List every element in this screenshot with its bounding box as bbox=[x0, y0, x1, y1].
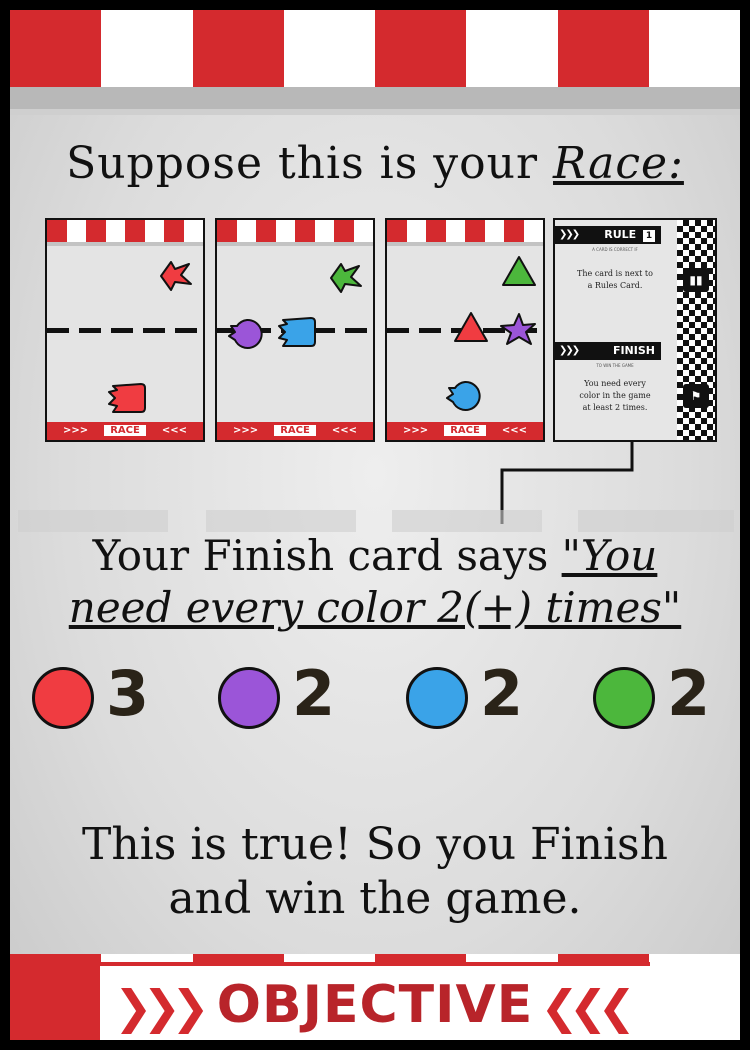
color-count-green: 2 bbox=[593, 657, 740, 735]
purple-count: 2 bbox=[292, 657, 336, 730]
rules-card-icon: ▮▮ bbox=[683, 268, 709, 292]
race-card-3[interactable]: >>> RACE <<< bbox=[385, 218, 545, 442]
rule-label: RULE bbox=[604, 228, 637, 241]
finish-quote-end: need every color 2(+) times" bbox=[68, 583, 682, 632]
faded-card-edge bbox=[392, 510, 542, 532]
blue-dot-icon bbox=[406, 667, 468, 729]
finish-statement: Your Finish card says "You need every co… bbox=[10, 530, 740, 634]
green-dot-icon bbox=[593, 667, 655, 729]
finish-text-line: at least 2 times. bbox=[582, 403, 648, 412]
rule-subtitle: A CARD IS CORRECT IF bbox=[592, 247, 638, 252]
color-count-blue: 2 bbox=[406, 657, 576, 735]
red-count: 3 bbox=[106, 657, 150, 730]
race-card-2[interactable]: >>> RACE <<< bbox=[215, 218, 375, 442]
rule-text-line: a Rules Card. bbox=[587, 281, 643, 290]
conclusion-text: This is true! So you Finish and win the … bbox=[10, 818, 740, 926]
conclusion-line: and win the game. bbox=[168, 873, 582, 924]
blue-circle-shape-icon bbox=[446, 380, 481, 411]
finish-text-line: You need every bbox=[584, 379, 646, 388]
faded-card-edge bbox=[578, 510, 734, 532]
rule-finish-card[interactable]: ❯❯❯ RULE 1 A CARD IS CORRECT IF The card… bbox=[553, 218, 717, 442]
blue-count: 2 bbox=[480, 657, 524, 730]
green-flag-shape-icon bbox=[330, 263, 362, 293]
red-triangle-shape-icon bbox=[454, 312, 488, 342]
title-race-word: Race: bbox=[553, 138, 684, 189]
red-flag-shape-icon bbox=[160, 261, 192, 291]
objective-card: Suppose this is your Race: >>> RACE <<< bbox=[0, 0, 750, 1050]
finish-subtitle: TO WIN THE GAME bbox=[596, 363, 634, 368]
card-face: Suppose this is your Race: >>> RACE <<< bbox=[10, 10, 740, 1040]
finish-quote-start: "You bbox=[561, 531, 658, 580]
purple-dot-icon bbox=[218, 667, 280, 729]
race-card-label: RACE bbox=[444, 425, 486, 436]
finish-text-line: color in the game bbox=[579, 391, 651, 400]
top-stripe-shadow bbox=[10, 87, 740, 109]
conclusion-line: This is true! So you Finish bbox=[82, 819, 668, 870]
race-lane-divider bbox=[47, 328, 203, 333]
chevron-left-icon: ❮❮❮ bbox=[540, 980, 636, 1034]
rule-number: 1 bbox=[643, 230, 655, 242]
finish-label: FINISH bbox=[612, 344, 655, 357]
finish-flag-icon: ⚑ bbox=[683, 384, 709, 408]
blue-square-shape-icon bbox=[278, 317, 316, 347]
purple-circle-shape-icon bbox=[228, 318, 263, 349]
race-card-label: RACE bbox=[104, 425, 146, 436]
race-card-label: RACE bbox=[274, 425, 316, 436]
race-card-1[interactable]: >>> RACE <<< bbox=[45, 218, 205, 442]
faded-card-edge bbox=[206, 510, 356, 532]
rule-text-line: The card is next to bbox=[577, 269, 653, 278]
finish-text: You need every color in the game at leas… bbox=[557, 378, 673, 414]
color-count-purple: 2 bbox=[218, 657, 388, 735]
green-triangle-shape-icon bbox=[502, 256, 536, 286]
green-count: 2 bbox=[667, 657, 711, 730]
top-stripe-shadow-light bbox=[10, 109, 740, 115]
red-square-shape-icon bbox=[108, 383, 146, 413]
objective-banner: ❯❯❯ OBJECTIVE ❮❮❮ bbox=[100, 962, 650, 1040]
top-checkered-stripes bbox=[10, 10, 740, 87]
finish-header: ❯❯❯ FINISH bbox=[555, 342, 661, 360]
faded-card-edge bbox=[18, 510, 168, 532]
purple-star-shape-icon bbox=[500, 313, 536, 345]
rule-text: The card is next to a Rules Card. bbox=[557, 268, 673, 292]
color-count-red: 3 bbox=[32, 657, 202, 735]
page-title: Suppose this is your Race: bbox=[10, 138, 740, 189]
rule-header: ❯❯❯ RULE 1 bbox=[555, 226, 661, 244]
race-card-footer: >>> RACE <<< bbox=[387, 422, 543, 440]
race-card-footer: >>> RACE <<< bbox=[47, 422, 203, 440]
race-card-footer: >>> RACE <<< bbox=[217, 422, 373, 440]
title-prefix: Suppose this is your bbox=[66, 138, 539, 189]
red-dot-icon bbox=[32, 667, 94, 729]
finish-statement-prefix: Your Finish card says bbox=[92, 531, 549, 580]
